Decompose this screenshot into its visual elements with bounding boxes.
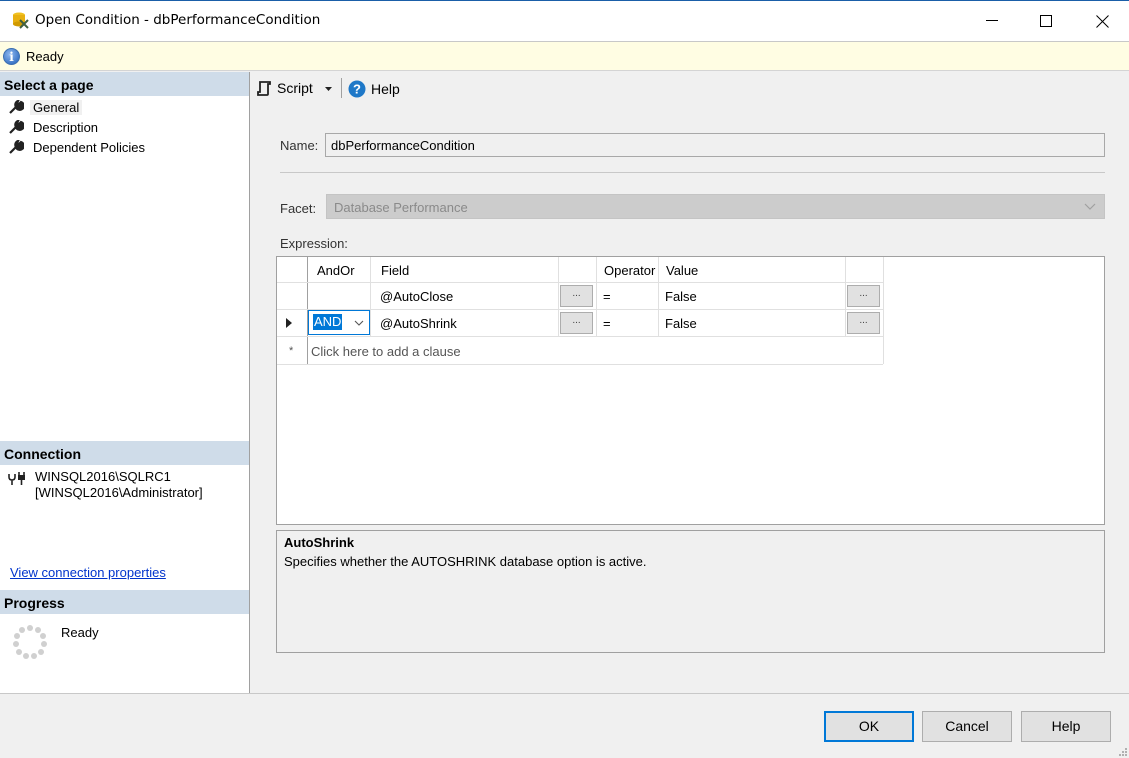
grid-line xyxy=(558,257,559,337)
connection-server: WINSQL2016\SQLRC1 xyxy=(35,469,171,484)
script-button[interactable]: Script xyxy=(256,80,313,96)
grid-line xyxy=(277,336,883,337)
script-icon xyxy=(257,81,271,96)
ok-button[interactable]: OK xyxy=(824,711,914,742)
facet-value: Database Performance xyxy=(334,200,468,215)
maximize-icon xyxy=(1040,15,1052,27)
page-dependent-policies[interactable]: Dependent Policies xyxy=(8,138,148,156)
facet-label: Facet: xyxy=(280,201,317,216)
left-panel: Select a page General Description Depend… xyxy=(0,72,250,693)
view-connection-properties-link[interactable]: View connection properties xyxy=(10,565,166,580)
row1-value[interactable]: False xyxy=(665,289,697,304)
row2-field-ellipsis-button[interactable]: ... xyxy=(560,312,593,334)
svg-text:?: ? xyxy=(353,82,361,97)
chevron-down-icon xyxy=(1084,203,1096,210)
wrench-icon xyxy=(9,100,24,114)
row1-value-ellipsis-button[interactable]: ... xyxy=(847,285,880,307)
grid-line xyxy=(277,282,883,283)
toolbar-separator xyxy=(341,78,342,98)
help-icon: ? xyxy=(348,80,366,98)
page-dependent-policies-label: Dependent Policies xyxy=(33,139,146,155)
row1-field-ellipsis-button[interactable]: ... xyxy=(560,285,593,307)
info-icon: i xyxy=(3,48,20,65)
description-text: Specifies whether the AUTOSHRINK databas… xyxy=(284,554,647,569)
chevron-down-icon xyxy=(354,320,364,326)
column-header-field[interactable]: Field xyxy=(381,263,409,278)
title-bar: Open Condition - dbPerformanceCondition xyxy=(0,0,1129,41)
page-description[interactable]: Description xyxy=(8,118,101,136)
cancel-button[interactable]: Cancel xyxy=(922,711,1012,742)
help-toolbar-button[interactable]: ? Help xyxy=(348,80,400,98)
row1-field[interactable]: @AutoClose xyxy=(380,289,453,304)
connection-plug-icon xyxy=(8,472,25,485)
grid-line xyxy=(658,257,659,337)
row2-value-ellipsis-button[interactable]: ... xyxy=(847,312,880,334)
page-general[interactable]: General xyxy=(8,98,83,116)
grid-line xyxy=(277,364,883,365)
status-text: Ready xyxy=(26,49,64,64)
current-row-indicator-icon xyxy=(286,318,292,328)
name-label: Name: xyxy=(280,138,319,153)
status-bar: i Ready xyxy=(0,41,1129,71)
row2-andor-dropdown[interactable]: AND xyxy=(308,310,370,335)
column-header-andor[interactable]: AndOr xyxy=(317,263,355,278)
column-header-operator[interactable]: Operator xyxy=(604,263,655,278)
progress-status: Ready xyxy=(61,625,99,640)
page-general-label: General xyxy=(30,99,83,115)
facet-dropdown[interactable]: Database Performance xyxy=(326,194,1105,219)
new-row-marker: * xyxy=(289,345,294,357)
script-dropdown-arrow-icon[interactable] xyxy=(325,87,332,91)
grid-line xyxy=(596,257,597,337)
minimize-icon xyxy=(986,20,998,21)
minimize-button[interactable] xyxy=(964,1,1020,41)
wrench-icon xyxy=(9,140,24,154)
connection-header: Connection xyxy=(0,441,249,465)
add-clause-row[interactable]: Click here to add a clause xyxy=(311,344,461,359)
row2-operator[interactable]: = xyxy=(603,316,611,331)
resize-grip-icon[interactable] xyxy=(1117,746,1127,756)
name-field[interactable]: dbPerformanceCondition xyxy=(325,133,1105,157)
condition-app-icon xyxy=(13,12,29,29)
help-label: Help xyxy=(371,81,400,97)
close-icon xyxy=(1095,14,1109,28)
expression-label: Expression: xyxy=(280,236,348,251)
grid-line xyxy=(370,257,371,337)
grid-line xyxy=(845,257,846,337)
progress-spinner-icon xyxy=(13,625,47,659)
grid-line xyxy=(883,257,884,364)
description-panel: AutoShrink Specifies whether the AUTOSHR… xyxy=(276,530,1105,653)
page-description-label: Description xyxy=(33,119,99,135)
wrench-icon xyxy=(9,120,24,134)
script-label: Script xyxy=(277,80,313,96)
column-header-value[interactable]: Value xyxy=(666,263,698,278)
row2-field[interactable]: @AutoShrink xyxy=(380,316,457,331)
close-button[interactable] xyxy=(1074,1,1129,41)
window-title: Open Condition - dbPerformanceCondition xyxy=(35,12,321,28)
description-title: AutoShrink xyxy=(284,535,355,550)
row2-value[interactable]: False xyxy=(665,316,697,331)
maximize-button[interactable] xyxy=(1018,1,1074,41)
divider xyxy=(280,172,1105,173)
help-button[interactable]: Help xyxy=(1021,711,1111,742)
row2-andor-value: AND xyxy=(313,314,343,330)
select-page-header: Select a page xyxy=(0,72,249,96)
progress-header: Progress xyxy=(0,590,249,614)
connection-user: [WINSQL2016\Administrator] xyxy=(35,485,203,500)
row1-operator[interactable]: = xyxy=(603,289,611,304)
